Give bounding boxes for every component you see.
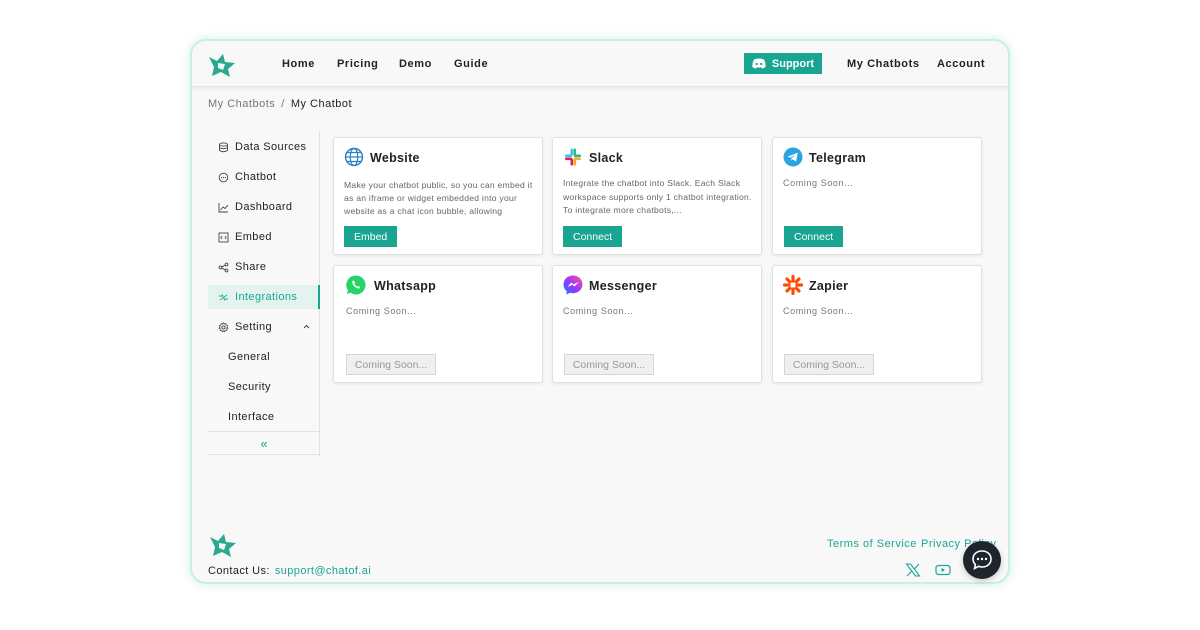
sidebar-item-security[interactable]: Security	[208, 375, 320, 399]
sidebar-item-share[interactable]: Share	[208, 255, 320, 279]
card-status: Coming Soon...	[563, 306, 634, 316]
connect-button[interactable]: Connect	[563, 226, 623, 247]
connect-button[interactable]: Connect	[784, 226, 844, 247]
breadcrumb: My Chatbots / My Chatbot	[208, 98, 352, 110]
chart-line-icon	[218, 202, 229, 213]
sidebar-item-general[interactable]: General	[208, 345, 320, 369]
card-title: Messenger	[589, 279, 658, 293]
integration-card-whatsapp: Whatsapp Coming Soon... Coming Soon...	[333, 265, 543, 383]
breadcrumb-separator: /	[281, 98, 285, 110]
sidebar-item-label: Interface	[228, 411, 275, 423]
support-label: Support	[771, 57, 815, 70]
gear-icon	[218, 321, 229, 333]
card-status: Coming Soon...	[783, 178, 854, 188]
footer-logo-icon[interactable]	[208, 532, 238, 558]
double-chevron-left-icon: «	[260, 435, 268, 451]
coming-soon-button: Coming Soon...	[346, 354, 436, 375]
embed-icon	[218, 232, 229, 243]
card-title: Whatsapp	[374, 279, 437, 293]
card-description: Make your chatbot public, so you can emb…	[344, 180, 533, 216]
sidebar-item-label: Embed	[235, 231, 272, 243]
integration-card-slack: Slack Integrate the chatbot into Slack. …	[552, 137, 762, 255]
chevron-up-icon[interactable]	[303, 323, 310, 330]
sidebar-item-embed[interactable]: Embed	[208, 225, 320, 249]
sidebar-item-label: Data Sources	[235, 141, 307, 153]
sidebar-item-label: Integrations	[235, 291, 298, 303]
sidebar-item-label: Setting	[235, 321, 273, 333]
sidebar-item-label: Chatbot	[235, 171, 277, 183]
card-description: Integrate the chatbot into Slack. Each S…	[563, 178, 752, 215]
sidebar-item-label: Security	[228, 381, 271, 393]
integration-card-telegram: Telegram Coming Soon... Connect	[772, 137, 982, 255]
nav-guide[interactable]: Guide	[454, 58, 488, 70]
app-frame: Home Pricing Demo Guide Support My Chatb…	[190, 39, 1010, 584]
integration-card-messenger: Messenger Coming Soon... Coming Soon...	[552, 265, 762, 383]
sidebar-item-integrations[interactable]: Integrations	[208, 285, 320, 309]
sidebar-item-dashboard[interactable]: Dashboard	[208, 195, 320, 219]
sidebar-item-label: Dashboard	[235, 201, 293, 213]
sidebar-collapse-button[interactable]: «	[208, 431, 320, 455]
card-status: Coming Soon...	[346, 306, 417, 316]
integrations-icon	[218, 292, 229, 303]
sidebar-item-label: Share	[235, 261, 267, 273]
logo-icon[interactable]	[207, 52, 237, 78]
nav-my-chatbots[interactable]: My Chatbots	[847, 58, 920, 70]
sidebar-item-data-sources[interactable]: Data Sources	[208, 135, 320, 159]
chat-icon	[218, 172, 229, 183]
slack-icon	[565, 148, 581, 166]
whatsapp-icon	[346, 275, 366, 295]
messenger-icon	[563, 275, 583, 295]
embed-button[interactable]: Embed	[344, 226, 398, 247]
sidebar-item-chatbot[interactable]: Chatbot	[208, 165, 320, 189]
card-title: Website	[370, 151, 420, 165]
database-icon	[218, 141, 229, 153]
card-title: Telegram	[809, 151, 867, 165]
coming-soon-button: Coming Soon...	[564, 354, 654, 375]
telegram-icon	[783, 147, 803, 167]
coming-soon-button: Coming Soon...	[784, 354, 874, 375]
globe-icon	[344, 147, 364, 167]
terms-of-service-link[interactable]: Terms of Service	[827, 538, 917, 550]
discord-icon	[752, 58, 766, 69]
integration-card-website: Website Make your chatbot public, so you…	[333, 137, 543, 255]
nav-demo[interactable]: Demo	[399, 58, 432, 70]
youtube-icon[interactable]	[935, 563, 951, 577]
card-status: Coming Soon...	[783, 306, 854, 316]
card-title: Slack	[589, 151, 624, 165]
breadcrumb-parent[interactable]: My Chatbots	[208, 98, 275, 110]
sidebar: Data Sources Chatbot Dashboard Embed Sha…	[208, 131, 320, 456]
share-icon	[218, 262, 229, 273]
sidebar-item-label: General	[228, 351, 270, 363]
contact-label: Contact Us:	[208, 565, 270, 577]
nav-account[interactable]: Account	[937, 58, 985, 70]
x-twitter-icon[interactable]	[905, 563, 921, 577]
support-button[interactable]: Support	[744, 53, 822, 74]
sidebar-item-setting[interactable]: Setting	[208, 315, 320, 339]
integration-card-zapier: Zapier Coming Soon... Coming Soon...	[772, 265, 982, 383]
zapier-icon	[783, 275, 803, 295]
nav-home[interactable]: Home	[282, 58, 315, 70]
nav-pricing[interactable]: Pricing	[337, 58, 379, 70]
contact-info: Contact Us: support@chatof.ai	[208, 565, 371, 577]
sidebar-item-interface[interactable]: Interface	[208, 405, 320, 429]
top-navbar: Home Pricing Demo Guide Support My Chatb…	[192, 41, 1008, 87]
chat-widget-button[interactable]	[963, 541, 1001, 579]
card-title: Zapier	[809, 279, 849, 293]
contact-email-link[interactable]: support@chatof.ai	[275, 565, 371, 577]
chat-bubble-icon	[972, 550, 992, 571]
breadcrumb-current: My Chatbot	[290, 98, 353, 110]
